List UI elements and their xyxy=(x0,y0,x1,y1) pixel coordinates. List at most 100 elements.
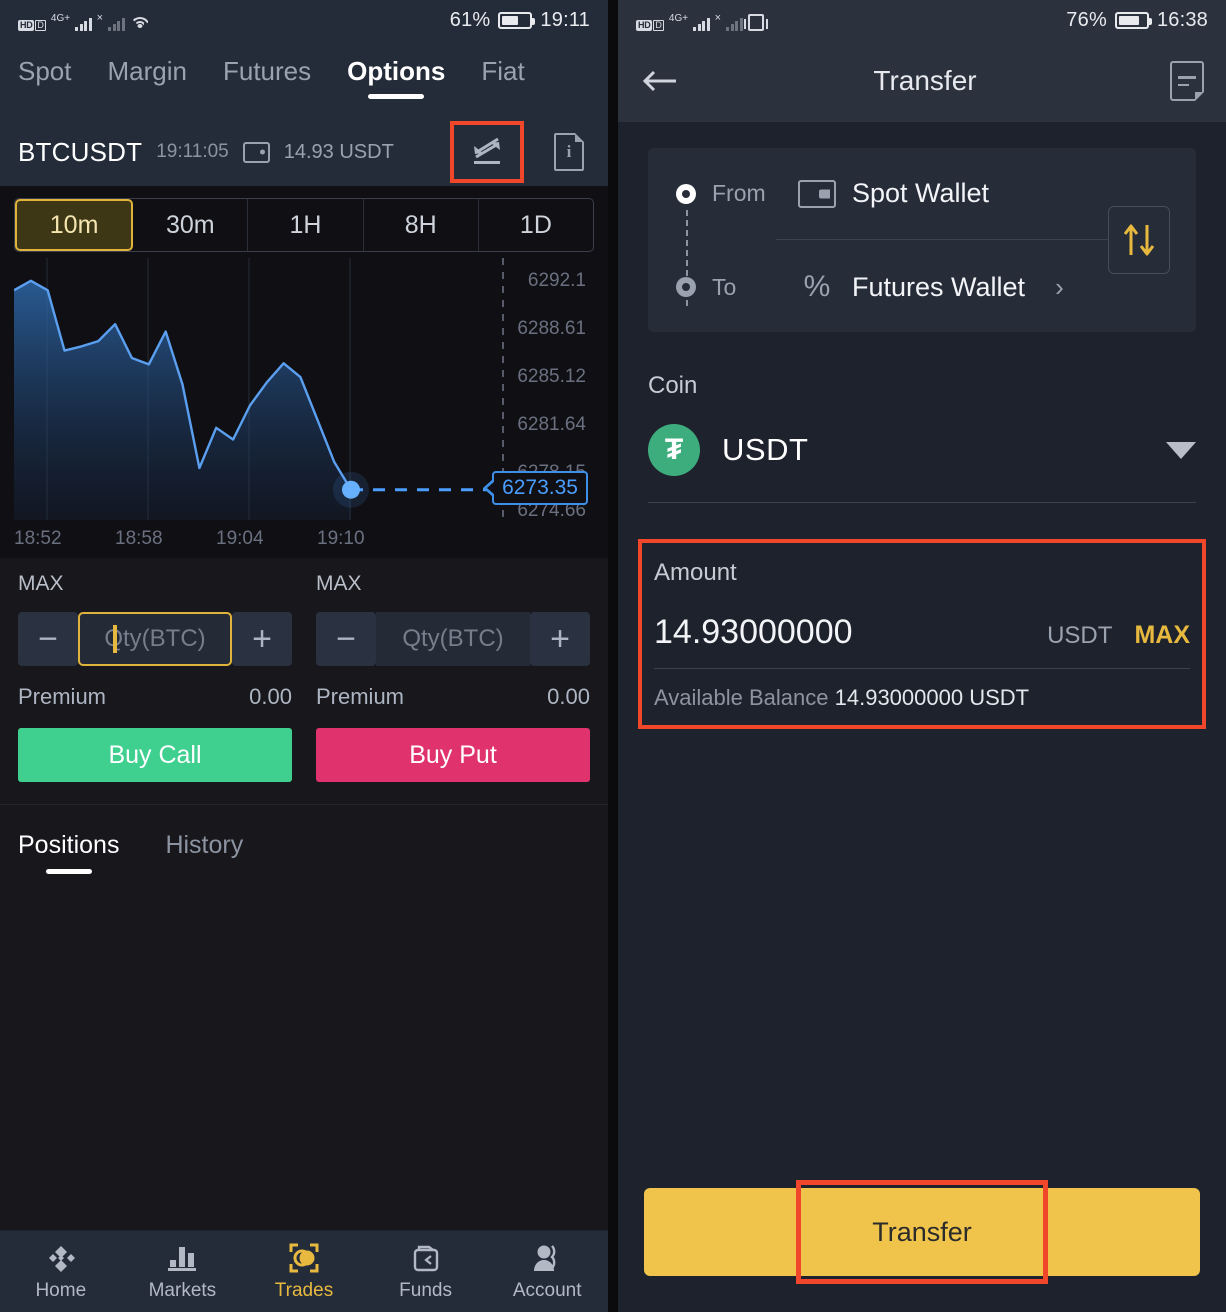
period-10m[interactable]: 10m xyxy=(15,199,134,251)
swap-direction-button[interactable] xyxy=(1108,206,1170,274)
from-radio-icon xyxy=(676,183,696,204)
call-premium-value: 0.00 xyxy=(249,684,292,709)
chart-area-fill xyxy=(14,280,351,520)
trading-pair-label[interactable]: BTCUSDT xyxy=(18,137,142,168)
nav-home[interactable]: Home xyxy=(0,1241,122,1302)
chart-period-selector: 10m 30m 1H 8H 1D xyxy=(14,198,594,252)
to-wallet-row[interactable]: To % Futures Wallet › xyxy=(676,270,1168,304)
call-qty-input[interactable]: Qty(BTC) xyxy=(78,612,232,666)
tab-options[interactable]: Options xyxy=(347,56,445,97)
nav-trades-label: Trades xyxy=(274,1280,334,1301)
y-tick-1: 6288.61 xyxy=(517,318,586,339)
no-sim-x-icon: × xyxy=(96,12,104,24)
coin-selector-row[interactable]: ₮ USDT xyxy=(648,424,1196,503)
transfer-button-highlight[interactable] xyxy=(450,121,524,183)
tab-positions[interactable]: Positions xyxy=(18,831,119,874)
tab-margin[interactable]: Margin xyxy=(108,56,187,97)
right-status-bar-right-info: 76% 16:38 xyxy=(1066,9,1208,32)
y-tick-0: 6292.1 xyxy=(527,270,586,291)
call-plus-button[interactable]: + xyxy=(232,612,292,666)
call-qty-placeholder: Qty(BTC) xyxy=(104,625,206,652)
nav-trades[interactable]: Trades xyxy=(243,1241,365,1302)
wallet-direction-card: From Spot Wallet To % Futures Wallet › xyxy=(648,148,1196,332)
transfer-header: Transfer xyxy=(618,40,1226,122)
transfer-action-area: Transfer xyxy=(618,1180,1226,1312)
put-premium-row: Premium 0.00 xyxy=(316,684,590,710)
buy-put-button[interactable]: Buy Put xyxy=(316,728,590,782)
buy-put-column: MAX − Qty(BTC) + Premium 0.00 Buy Put xyxy=(316,572,590,782)
bottom-navigation-bar: Home Markets Trades Funds Account xyxy=(0,1230,608,1312)
clock-label: 19:11 xyxy=(540,8,590,31)
market-category-tabs: Spot Margin Futures Options Fiat xyxy=(0,40,608,118)
text-caret xyxy=(113,625,117,653)
x-tick-3: 19:10 xyxy=(317,528,365,549)
buy-call-button[interactable]: Buy Call xyxy=(18,728,292,782)
put-qty-placeholder: Qty(BTC) xyxy=(402,625,504,652)
signal-bars-secondary-icon xyxy=(108,16,125,31)
put-premium-value: 0.00 xyxy=(547,684,590,709)
clock-label: 16:38 xyxy=(1156,8,1208,31)
right-status-bar-left-icons: HD D 4G+ × xyxy=(636,9,768,31)
tab-fiat[interactable]: Fiat xyxy=(481,56,524,97)
selected-coin-label: USDT xyxy=(722,432,809,467)
available-balance-value: 14.93000000 xyxy=(834,685,964,710)
call-minus-button[interactable]: − xyxy=(18,612,78,666)
put-minus-button[interactable]: − xyxy=(316,612,376,666)
transfer-record-icon[interactable] xyxy=(1170,61,1204,101)
left-status-bar: HD D 4G+ × 61% 19:11 xyxy=(0,0,608,40)
available-balance-row: Available Balance 14.93000000 USDT xyxy=(654,685,1190,711)
amount-input-row[interactable]: 14.93000000 USDT MAX xyxy=(654,613,1190,669)
hd-call-icon: HD D xyxy=(636,20,664,31)
put-qty-input[interactable]: Qty(BTC) xyxy=(376,612,530,666)
call-quantity-stepper: − Qty(BTC) + xyxy=(18,612,292,666)
put-max-label[interactable]: MAX xyxy=(316,572,590,596)
dual-screenshot-container: HD D 4G+ × 61% 19:11 Spot Margin Futures… xyxy=(0,0,1226,1312)
nav-account[interactable]: Account xyxy=(486,1241,608,1302)
swap-direction-icon xyxy=(1123,224,1155,256)
bar-chart-icon xyxy=(168,1247,197,1271)
tab-history[interactable]: History xyxy=(165,831,243,874)
put-plus-button[interactable]: + xyxy=(530,612,590,666)
put-premium-label: Premium xyxy=(316,684,405,709)
amount-unit-label: USDT xyxy=(1047,622,1113,649)
positions-history-tabs: Positions History xyxy=(0,804,608,874)
price-area-chart: 6292.1 6288.61 6285.12 6281.64 6278.15 6… xyxy=(14,258,594,558)
available-balance-label: Available Balance xyxy=(654,685,829,710)
symbol-info-bar: BTCUSDT 19:11:05 14.93 USDT i xyxy=(0,118,608,186)
wallet-funds-icon xyxy=(413,1245,438,1272)
nav-funds[interactable]: Funds xyxy=(365,1241,487,1302)
period-8h[interactable]: 8H xyxy=(364,199,479,251)
from-wallet-row[interactable]: From Spot Wallet xyxy=(676,178,1168,209)
tab-futures[interactable]: Futures xyxy=(223,56,311,97)
status-bar-right-info: 61% 19:11 xyxy=(450,9,590,32)
spot-wallet-icon xyxy=(798,179,836,208)
battery-percent-label: 76% xyxy=(1066,8,1107,31)
coin-section: Coin ₮ USDT xyxy=(648,372,1196,503)
available-balance-unit: USDT xyxy=(969,685,1030,710)
battery-icon xyxy=(498,11,536,29)
back-arrow-icon[interactable] xyxy=(640,64,680,98)
status-bar-left-icons: HD D 4G+ × xyxy=(18,9,150,31)
y-tick-3: 6281.64 xyxy=(517,414,586,435)
to-radio-icon xyxy=(676,277,696,297)
period-30m[interactable]: 30m xyxy=(133,199,249,251)
tab-spot[interactable]: Spot xyxy=(18,56,72,97)
call-max-label[interactable]: MAX xyxy=(18,572,292,596)
nav-funds-label: Funds xyxy=(399,1280,452,1301)
nav-markets[interactable]: Markets xyxy=(122,1241,244,1302)
amount-input[interactable]: 14.93000000 xyxy=(654,613,853,652)
card-divider xyxy=(776,239,1108,240)
transfer-button-highlight xyxy=(796,1180,1048,1284)
amount-section-label: Amount xyxy=(654,559,737,586)
amount-max-button[interactable]: MAX xyxy=(1134,621,1190,650)
person-account-icon xyxy=(534,1245,556,1271)
transfer-swap-icon xyxy=(474,137,500,164)
trades-circle-icon xyxy=(289,1243,319,1273)
server-time-label: 19:11:05 xyxy=(156,141,229,162)
nav-markets-label: Markets xyxy=(148,1280,217,1301)
info-document-icon[interactable]: i xyxy=(554,133,584,171)
chevron-down-icon[interactable] xyxy=(1166,441,1196,459)
period-1d[interactable]: 1D xyxy=(479,199,593,251)
period-1h[interactable]: 1H xyxy=(248,199,364,251)
available-balance-label: 14.93 USDT xyxy=(283,140,394,163)
